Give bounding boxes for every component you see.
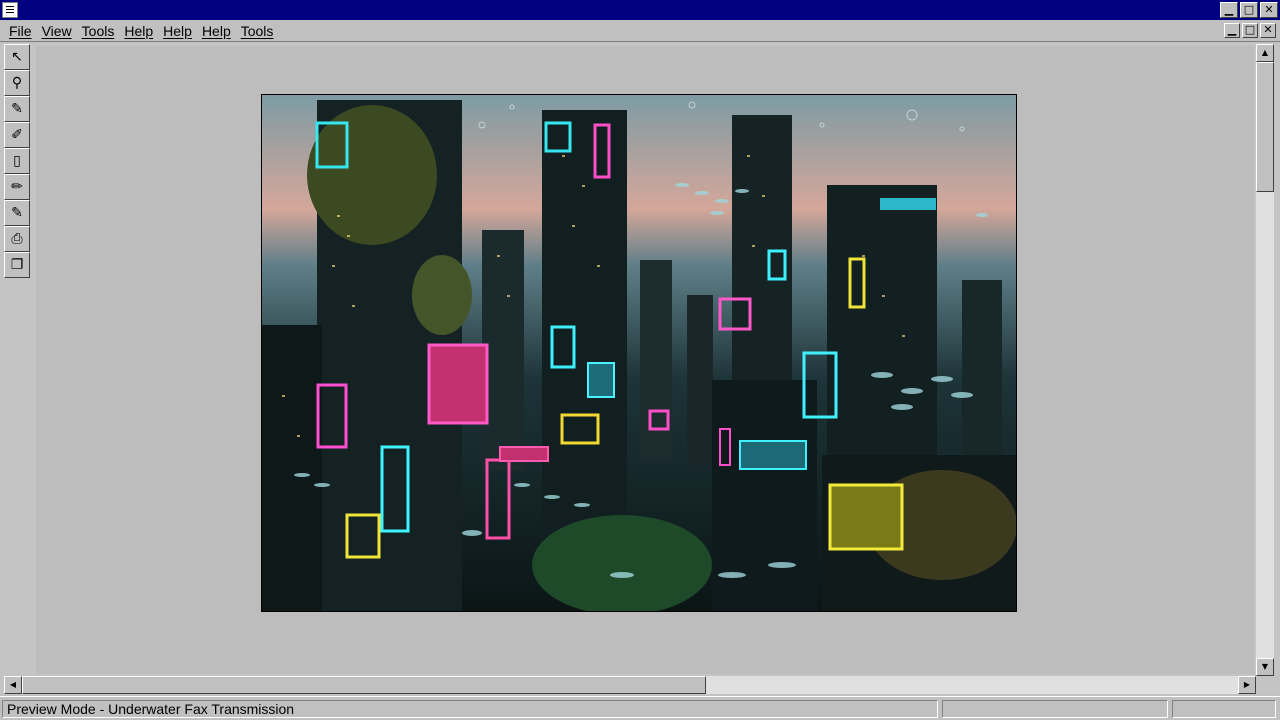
minimize-button[interactable]: ▁ xyxy=(1220,2,1238,18)
menu-list: File View Tools Help Help Help Tools xyxy=(4,20,278,42)
scroll-down-button[interactable]: ▼ xyxy=(1256,658,1274,676)
document-window-controls: ▁ □ ✕ xyxy=(1224,23,1276,38)
arrow-pointer-icon[interactable]: ↖ xyxy=(4,44,30,70)
vertical-scroll-thumb[interactable] xyxy=(1256,62,1274,192)
doc-maximize-button[interactable]: □ xyxy=(1242,23,1258,38)
city-illustration xyxy=(262,95,1016,611)
doc-minimize-button[interactable]: ▁ xyxy=(1224,23,1240,38)
menu-view[interactable]: View xyxy=(37,20,77,42)
copy-pages-icon[interactable]: ❐ xyxy=(4,252,30,278)
maximize-button[interactable]: □ xyxy=(1240,2,1258,18)
doc-close-button[interactable]: ✕ xyxy=(1260,23,1276,38)
status-pane-3 xyxy=(1172,700,1276,718)
toolbox: ↖ ⚲ ✎ ✐ ▯ ✏ ✎ ⎙ ❐ xyxy=(4,44,30,278)
menu-tools-2[interactable]: Tools xyxy=(236,20,279,42)
menu-help-1[interactable]: Help xyxy=(119,20,158,42)
marker-icon[interactable]: ✎ xyxy=(4,200,30,226)
status-text: Preview Mode - Underwater Fax Transmissi… xyxy=(2,700,938,718)
window-controls: ▁ □ ✕ xyxy=(1220,2,1278,18)
menu-bar: File View Tools Help Help Help Tools ▁ □… xyxy=(0,20,1280,42)
magnifier-icon[interactable]: ⚲ xyxy=(4,70,30,96)
menu-tools[interactable]: Tools xyxy=(77,20,120,42)
close-button[interactable]: ✕ xyxy=(1260,2,1278,18)
highlighter-icon[interactable]: ✐ xyxy=(4,122,30,148)
title-bar: ▁ □ ✕ xyxy=(0,0,1280,20)
menu-help-2[interactable]: Help xyxy=(158,20,197,42)
status-bar: Preview Mode - Underwater Fax Transmissi… xyxy=(0,696,1280,720)
menu-file[interactable]: File xyxy=(4,20,37,42)
page-icon[interactable]: ▯ xyxy=(4,148,30,174)
horizontal-scroll-thumb[interactable] xyxy=(22,676,706,694)
document-icon[interactable] xyxy=(2,2,18,18)
status-pane-2 xyxy=(942,700,1168,718)
vertical-scrollbar[interactable]: ▲ ▼ xyxy=(1256,44,1274,676)
pen-icon[interactable]: ✎ xyxy=(4,96,30,122)
scroll-up-button[interactable]: ▲ xyxy=(1256,44,1274,62)
pencil-icon[interactable]: ✏ xyxy=(4,174,30,200)
scroll-left-button[interactable]: ◀ xyxy=(4,676,22,694)
printer-icon[interactable]: ⎙ xyxy=(4,226,30,252)
underwater-city-image xyxy=(261,94,1017,612)
horizontal-scrollbar[interactable]: ◀ ▶ xyxy=(4,676,1256,694)
scroll-right-button[interactable]: ▶ xyxy=(1238,676,1256,694)
menu-help-3[interactable]: Help xyxy=(197,20,236,42)
